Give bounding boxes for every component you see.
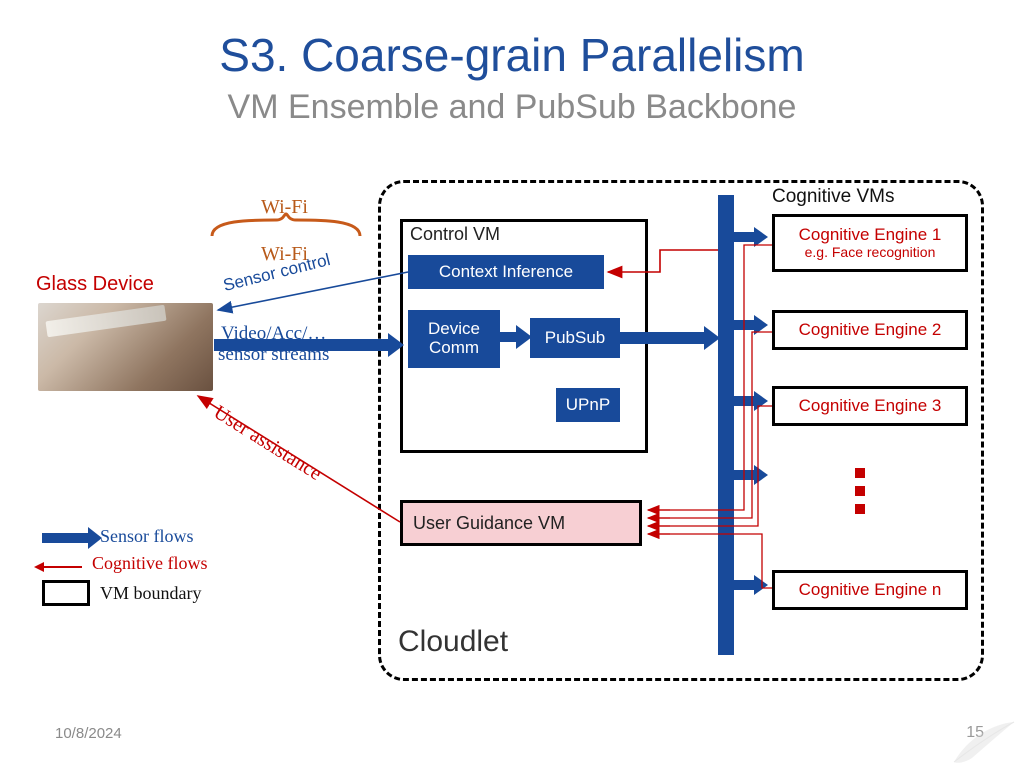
legend: Sensor flows Cognitive flows VM boundary: [42, 520, 208, 612]
user-assistance-label: User assistance: [209, 401, 325, 486]
cognitive-engine-2-box: Cognitive Engine 2: [772, 310, 968, 350]
pubsub-box: PubSub: [530, 318, 620, 358]
cognitive-engine-1-subtitle: e.g. Face recognition: [805, 245, 936, 260]
device-comm-box: Device Comm: [408, 310, 500, 368]
legend-sensor-label: Sensor flows: [100, 526, 194, 547]
cognitive-engine-3-box: Cognitive Engine 3: [772, 386, 968, 426]
legend-vm-icon: [42, 580, 90, 606]
legend-vm-label: VM boundary: [100, 583, 202, 604]
glass-device-label: Glass Device: [36, 273, 154, 296]
glass-device-image: [38, 303, 213, 391]
feather-watermark-icon: [948, 718, 1018, 766]
legend-cognitive-label: Cognitive flows: [92, 553, 208, 574]
legend-cognitive-arrow-icon: [42, 566, 82, 568]
sensor-arrow-glass-to-devcomm: [214, 339, 390, 351]
sensor-arrow-pubsub-to-bus: [620, 332, 706, 344]
cognitive-engine-n-box: Cognitive Engine n: [772, 570, 968, 610]
wifi-label-top: Wi-Fi: [261, 196, 308, 219]
legend-vm-row: VM boundary: [42, 580, 208, 606]
sensor-arrow-bus-to-cog2: [734, 320, 756, 330]
user-guidance-vm-box: User Guidance VM: [400, 500, 642, 546]
footer-date: 10/8/2024: [55, 725, 122, 742]
cognitive-engine-1-title: Cognitive Engine 1: [799, 226, 942, 245]
sensor-arrow-bus-to-cogn: [734, 580, 756, 590]
cognitive-engine-1-box: Cognitive Engine 1 e.g. Face recognition: [772, 214, 968, 272]
slide-title: S3. Coarse-grain Parallelism: [0, 28, 1024, 82]
legend-sensor-arrow-icon: [42, 533, 90, 543]
slide-subtitle: VM Ensemble and PubSub Backbone: [0, 88, 1024, 127]
sensor-arrow-bus-to-cog1: [734, 232, 756, 242]
legend-sensor-row: Sensor flows: [42, 526, 208, 547]
sensor-arrow-bus-to-dots: [734, 470, 756, 480]
upnp-box: UPnP: [556, 388, 620, 422]
sensor-arrow-devcomm-to-pubsub: [500, 332, 518, 342]
context-inference-box: Context Inference: [408, 255, 604, 289]
cloudlet-label: Cloudlet: [398, 625, 508, 659]
pubsub-bus: [718, 195, 734, 655]
cognitive-vms-label: Cognitive VMs: [772, 186, 895, 208]
slide: S3. Coarse-grain Parallelism VM Ensemble…: [0, 0, 1024, 768]
legend-cognitive-row: Cognitive flows: [42, 553, 208, 574]
sensor-arrow-bus-to-cog3: [734, 396, 756, 406]
control-vm-title: Control VM: [410, 224, 500, 245]
ellipsis-icon: [855, 460, 865, 522]
